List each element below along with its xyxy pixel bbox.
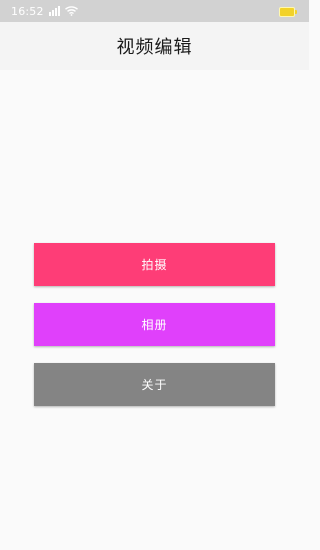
app-bar: 视频编辑 [0, 22, 309, 70]
about-button[interactable]: 关于 [34, 363, 275, 406]
signal-icon [48, 6, 60, 16]
shoot-button-label: 拍摄 [141, 258, 168, 272]
wifi-icon [64, 6, 78, 16]
app-screen: 16:52 视频编辑 拍摄 相册 关于 [0, 0, 309, 550]
shoot-button[interactable]: 拍摄 [34, 243, 275, 286]
status-bar: 16:52 [0, 0, 309, 22]
page-title: 视频编辑 [116, 37, 193, 58]
about-button-label: 关于 [141, 378, 168, 392]
battery-icon [279, 7, 297, 17]
status-time: 16:52 [11, 4, 44, 18]
album-button[interactable]: 相册 [34, 303, 275, 346]
album-button-label: 相册 [141, 318, 168, 332]
